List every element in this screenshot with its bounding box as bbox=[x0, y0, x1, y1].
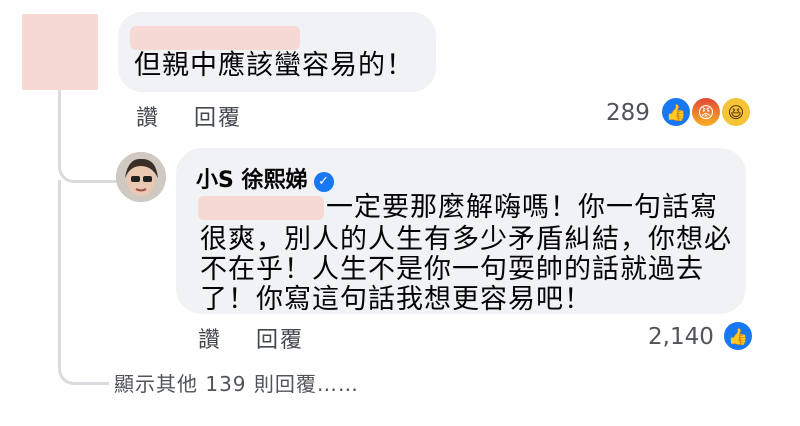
reply-author-name-text[interactable]: 小S 徐熙娣 bbox=[196, 168, 308, 193]
comment-reply-button[interactable]: 回覆 bbox=[194, 100, 242, 132]
reply-reaction-count[interactable]: 2,140 bbox=[648, 324, 714, 350]
reply-reply-button[interactable]: 回覆 bbox=[256, 322, 304, 354]
comment-bubble: 但親中應該蠻容易的！ bbox=[118, 12, 436, 92]
reply-text-line-2: 很爽，別人的人生有多少矛盾糾結，你想必 bbox=[200, 224, 732, 255]
verified-check-icon: ✓ bbox=[313, 172, 334, 192]
like-icon[interactable]: 👍 bbox=[660, 96, 692, 128]
angry-icon[interactable]: 😡 bbox=[690, 96, 722, 128]
reply-text-line-3: 不在乎！人生不是你一句耍帥的話就過去 bbox=[200, 254, 704, 285]
thread-curve-reply bbox=[58, 150, 117, 183]
haha-icon[interactable]: 😆 bbox=[720, 96, 752, 128]
view-more-replies-link[interactable]: 顯示其他 139 則回覆…… bbox=[114, 368, 359, 397]
commenter-name-redacted[interactable] bbox=[130, 26, 300, 50]
reply-text-line-1: 一定要那麼解嗨嗎！你一句話寫 bbox=[326, 192, 718, 223]
reply-text-line-4: 了！你寫這句話我想更容易吧！ bbox=[200, 284, 592, 315]
reply-author-name[interactable]: 小S 徐熙娣 ✓ bbox=[196, 162, 334, 194]
reply-like-button[interactable]: 讚 bbox=[198, 322, 222, 354]
avatar-photo-icon bbox=[116, 152, 166, 202]
reply-author-avatar[interactable] bbox=[116, 152, 166, 202]
thread-line-lower bbox=[58, 180, 61, 370]
thread-curve-more bbox=[58, 350, 109, 385]
like-icon[interactable]: 👍 bbox=[722, 320, 754, 352]
thread-line-upper bbox=[58, 90, 61, 154]
comment-reaction-count[interactable]: 289 bbox=[606, 100, 650, 126]
commenter-avatar-redacted[interactable] bbox=[22, 14, 98, 90]
comment-text: 但親中應該蠻容易的！ bbox=[134, 50, 414, 81]
comment-like-button[interactable]: 讚 bbox=[136, 100, 160, 132]
mentioned-user-redacted[interactable] bbox=[198, 196, 324, 220]
reply-bubble: 小S 徐熙娣 ✓ 一定要那麼解嗨嗎！你一句話寫 很爽，別人的人生有多少矛盾糾結，你… bbox=[176, 148, 746, 315]
